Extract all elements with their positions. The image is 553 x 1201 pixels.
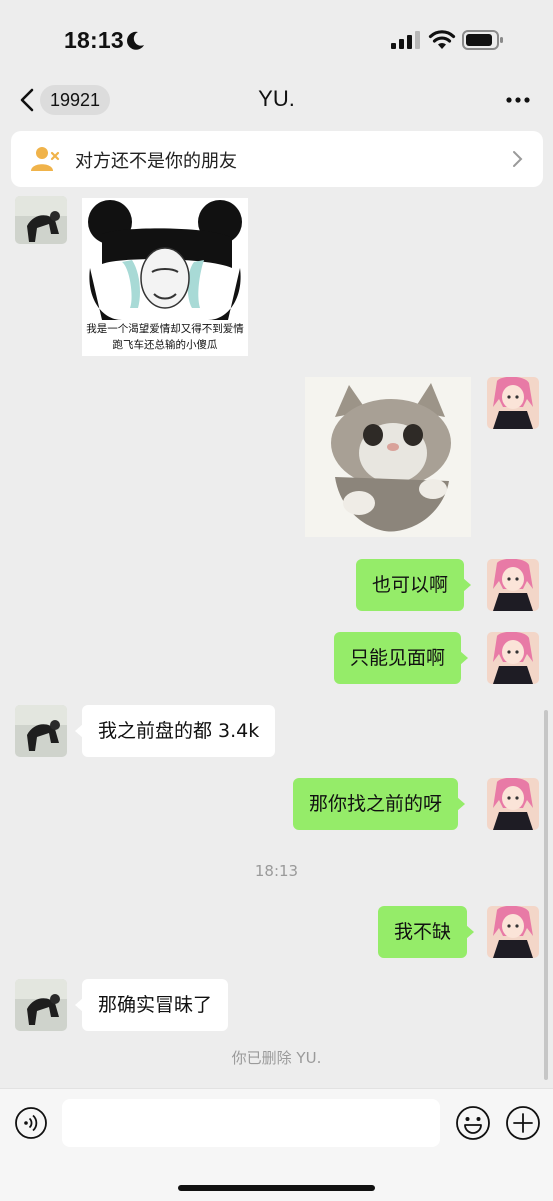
bubble-tail (460, 651, 469, 665)
my-avatar[interactable] (487, 559, 539, 611)
message-bubble-received[interactable]: 那确实冒昧了 (75, 979, 229, 1031)
more-icon[interactable] (500, 88, 536, 112)
contact-avatar[interactable] (15, 979, 67, 1031)
input-bar (0, 1088, 553, 1201)
my-avatar[interactable] (487, 632, 539, 684)
my-avatar[interactable] (487, 906, 539, 958)
message-bubble-sent[interactable]: 那你找之前的呀 (293, 778, 466, 830)
bubble-tail (457, 797, 466, 811)
moon-icon (127, 31, 144, 50)
bubble-tail (463, 578, 472, 592)
chat-title: YU. (258, 86, 295, 111)
contact-avatar[interactable] (15, 705, 67, 757)
sticker-caption-line-2: 跑飞车还总输的小傻瓜 (112, 339, 218, 351)
message-timestamp: 18:13 (254, 862, 299, 880)
not-friend-banner[interactable]: 对方还不是你的朋友 (11, 131, 543, 187)
signal-icon (391, 31, 420, 49)
message-text: 那确实冒昧了 (98, 994, 213, 1016)
plus-icon[interactable] (505, 1105, 541, 1141)
message-text: 我之前盘的都 3.4k (98, 720, 260, 742)
contact-avatar[interactable] (15, 196, 67, 244)
status-bar: 18:13 (0, 0, 553, 80)
cat-image (305, 377, 471, 537)
message-bubble-sent[interactable]: 只能见面啊 (334, 632, 469, 684)
panda-meme-sticker[interactable]: 我是一个渴望爱情却又得不到爱情 跑飞车还总输的小傻瓜 (82, 198, 248, 356)
message-text: 只能见面啊 (350, 647, 446, 669)
my-avatar[interactable] (487, 377, 539, 429)
message-bubble-sent[interactable]: 我不缺 (378, 906, 475, 958)
bubble-tail (466, 925, 475, 939)
message-text: 我不缺 (394, 921, 452, 943)
message-text: 也可以啊 (372, 574, 449, 596)
wifi-icon (428, 30, 456, 49)
message-text: 那你找之前的呀 (309, 793, 443, 815)
bubble-tail (75, 724, 83, 738)
emoji-icon[interactable] (455, 1105, 491, 1141)
message-bubble-received[interactable]: 我之前盘的都 3.4k (75, 705, 276, 757)
scrollbar[interactable] (544, 710, 548, 1080)
add-friend-icon (31, 147, 60, 171)
chat-header: 19921 YU. (0, 80, 553, 120)
sticker-caption-line-1: 我是一个渴望爱情却又得不到爱情 (86, 323, 244, 335)
chevron-right-icon (513, 151, 523, 167)
status-time: 18:13 (64, 27, 124, 53)
panda-face-image (88, 200, 242, 328)
system-message: 你已删除 YU. (231, 1049, 322, 1067)
message-bubble-sent[interactable]: 也可以啊 (356, 559, 472, 611)
voice-icon[interactable] (14, 1106, 48, 1140)
message-input[interactable] (62, 1099, 440, 1147)
my-avatar[interactable] (487, 778, 539, 830)
banner-text: 对方还不是你的朋友 (75, 151, 237, 172)
home-indicator (178, 1185, 375, 1191)
battery-icon (462, 30, 503, 50)
cat-sticker[interactable] (305, 377, 471, 537)
bubble-tail (75, 998, 83, 1012)
